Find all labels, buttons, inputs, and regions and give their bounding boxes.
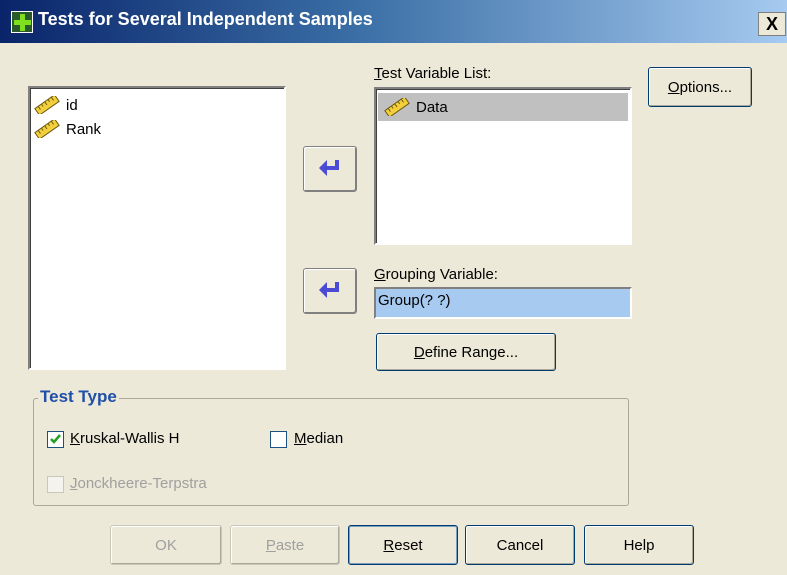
test-variable-list-label: Test Variable List: (374, 65, 492, 82)
list-item[interactable]: Data (378, 93, 628, 121)
test-variable-list[interactable]: Data (374, 87, 632, 245)
list-item-label: Rank (66, 120, 102, 138)
grouping-variable-value: Group(? ?) (378, 292, 451, 309)
kruskal-wallis-checkbox[interactable] (47, 431, 64, 448)
median-label[interactable]: Median (294, 430, 343, 447)
jonckheere-terpstra-label: Jonckheere-Terpstra (70, 475, 207, 492)
scale-ruler-icon (34, 120, 60, 138)
test-type-title: Test Type (38, 387, 119, 407)
close-button[interactable]: X (758, 12, 786, 36)
reset-button[interactable]: Reset (348, 525, 458, 565)
cancel-button[interactable]: Cancel (465, 525, 575, 565)
move-to-test-list-button[interactable] (303, 146, 357, 192)
define-range-button[interactable]: Define Range... (376, 333, 556, 371)
arrow-right-icon (319, 282, 339, 298)
jonckheere-terpstra-checkbox (47, 476, 64, 493)
list-item-label: Data (416, 98, 448, 116)
window-title: Tests for Several Independent Samples (38, 9, 373, 29)
arrow-right-icon (319, 160, 339, 176)
source-variable-list[interactable]: id Rank (28, 86, 286, 370)
list-item[interactable]: Rank (34, 117, 101, 141)
grouping-variable-label: Grouping Variable: (374, 266, 498, 283)
list-item-label: id (66, 96, 78, 114)
ok-button: OK (110, 525, 222, 565)
checkmark-icon (50, 434, 61, 444)
list-item[interactable]: id (34, 93, 78, 117)
help-button[interactable]: Help (584, 525, 694, 565)
scale-ruler-icon (34, 96, 60, 114)
options-button[interactable]: Options... (648, 67, 752, 107)
close-icon: X (765, 14, 778, 34)
paste-button: Paste (230, 525, 340, 565)
scale-ruler-icon (384, 98, 410, 116)
app-icon (11, 11, 33, 33)
median-checkbox[interactable] (270, 431, 287, 448)
kruskal-wallis-label[interactable]: Kruskal-Wallis H (70, 430, 179, 447)
grouping-variable-field[interactable]: Group(? ?) (374, 287, 632, 319)
move-to-grouping-button[interactable] (303, 268, 357, 314)
